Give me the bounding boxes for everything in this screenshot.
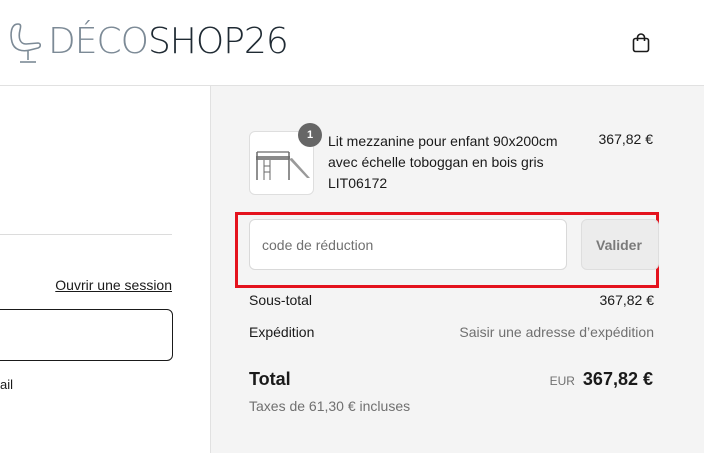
subtotal-row: Sous-total 367,82 € bbox=[249, 292, 654, 308]
section-divider bbox=[0, 234, 172, 235]
discount-code-input[interactable] bbox=[249, 219, 567, 270]
cart-button[interactable] bbox=[626, 28, 656, 58]
order-summary: 1 Lit mezzanine pour enfant 90x200cm ave… bbox=[210, 86, 704, 453]
email-field[interactable] bbox=[0, 309, 173, 361]
site-logo[interactable]: DÉCOSHOP26 bbox=[8, 16, 318, 68]
site-header: DÉCOSHOP26 bbox=[0, 0, 704, 86]
product-info: Lit mezzanine pour enfant 90x200cm avec … bbox=[328, 131, 578, 194]
product-price: 367,82 € bbox=[598, 131, 654, 147]
login-link[interactable]: Ouvrir une session bbox=[55, 277, 172, 293]
shipping-value: Saisir une adresse d’expédition bbox=[459, 324, 654, 340]
subtotal-value: 367,82 € bbox=[599, 292, 655, 308]
subtotal-label: Sous-total bbox=[249, 292, 313, 308]
shipping-row: Expédition Saisir une adresse d’expéditi… bbox=[249, 324, 654, 340]
quantity-badge: 1 bbox=[298, 123, 322, 147]
logo-wordmark: DÉCOSHOP26 bbox=[48, 21, 289, 62]
total-currency: EUR bbox=[549, 374, 575, 388]
egg-chair-logo-icon bbox=[10, 23, 42, 63]
taxes-note: Taxes de 61,30 € incluses bbox=[249, 398, 411, 414]
logo-text-deco: DÉCO bbox=[48, 21, 149, 62]
total-value: 367,82 € bbox=[582, 369, 653, 389]
total-label: Total bbox=[249, 369, 291, 389]
logo-text-shop: SHOP26 bbox=[147, 21, 289, 62]
apply-discount-button[interactable]: Valider bbox=[581, 219, 659, 270]
product-name: Lit mezzanine pour enfant 90x200cm avec … bbox=[328, 133, 558, 170]
shopping-bag-icon bbox=[632, 33, 650, 53]
shipping-label: Expédition bbox=[249, 324, 315, 340]
product-sku: LIT06172 bbox=[328, 175, 388, 191]
total-amount: EUR 367,82 € bbox=[550, 369, 653, 390]
email-option-label: ail bbox=[0, 377, 14, 392]
checkout-form-panel: Ouvrir une session ail bbox=[0, 86, 210, 453]
